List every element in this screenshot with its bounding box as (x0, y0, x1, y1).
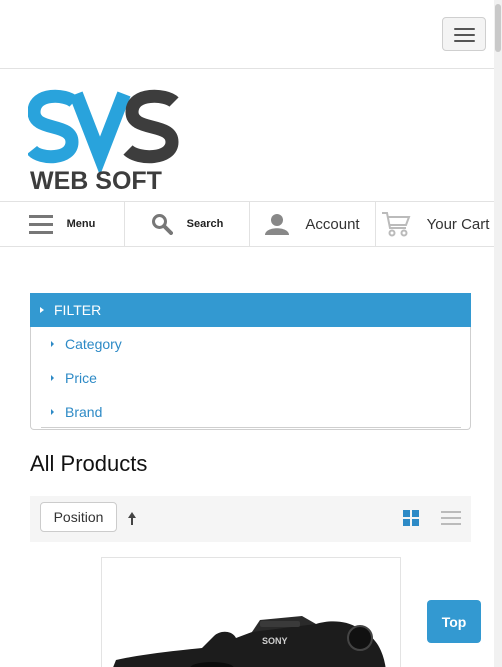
top-bar (0, 0, 502, 69)
products-toolbar: Position (30, 496, 471, 542)
filter-item-label: Price (65, 370, 97, 386)
divider (41, 427, 461, 428)
logo-text: WEB SOFT (30, 167, 162, 194)
navbar-toggle-button[interactable] (442, 17, 486, 51)
nav-cart-button[interactable]: Your Cart (376, 202, 494, 246)
product-card[interactable]: SONY (101, 557, 401, 667)
filter-item-label: Brand (65, 404, 103, 420)
filter-title: FILTER (54, 302, 102, 318)
caret-right-icon (40, 307, 44, 313)
filter-item-price[interactable]: Price (51, 368, 97, 388)
filter-header[interactable]: FILTER (30, 293, 471, 327)
svs-logo-graphic: WEB SOFT (26, 89, 179, 195)
hamburger-line (454, 40, 475, 42)
caret-right-icon (51, 409, 54, 415)
user-icon (265, 214, 290, 235)
site-logo[interactable]: WEB SOFT (26, 88, 188, 195)
scrollbar-thumb[interactable] (495, 4, 501, 52)
svg-text:SONY: SONY (262, 636, 288, 646)
nav-search-button[interactable]: Search (125, 202, 250, 246)
scrollbar-track[interactable] (494, 0, 502, 667)
nav-account-label: Account (305, 215, 360, 233)
arrow-up-icon[interactable] (125, 509, 139, 527)
hamburger-line (454, 34, 475, 36)
nav-cart-label: Your Cart (426, 215, 490, 233)
scroll-top-button[interactable]: Top (427, 600, 481, 643)
filter-panel: Category Price Brand (30, 327, 471, 430)
cart-icon (381, 212, 411, 237)
nav-menu-button[interactable]: Menu (0, 202, 125, 246)
sort-by-select[interactable]: Position (40, 502, 117, 532)
caret-right-icon (51, 375, 54, 381)
nav-menu-label: Menu (66, 218, 96, 230)
hamburger-line (454, 28, 475, 30)
list-icon[interactable] (441, 510, 461, 526)
filter-item-label: Category (65, 336, 122, 352)
grid-icon[interactable] (403, 510, 419, 526)
filter-item-category[interactable]: Category (51, 334, 122, 354)
product-image-camera: SONY (113, 616, 386, 667)
search-icon (151, 214, 173, 235)
menu-icon (28, 214, 53, 234)
nav-account-button[interactable]: Account (250, 202, 376, 246)
filter-item-brand[interactable]: Brand (51, 402, 102, 422)
nav-bar: Menu Search Account Your Cart (0, 201, 494, 247)
caret-right-icon (51, 341, 54, 347)
page-title: All Products (30, 451, 148, 476)
nav-search-label: Search (186, 218, 224, 230)
